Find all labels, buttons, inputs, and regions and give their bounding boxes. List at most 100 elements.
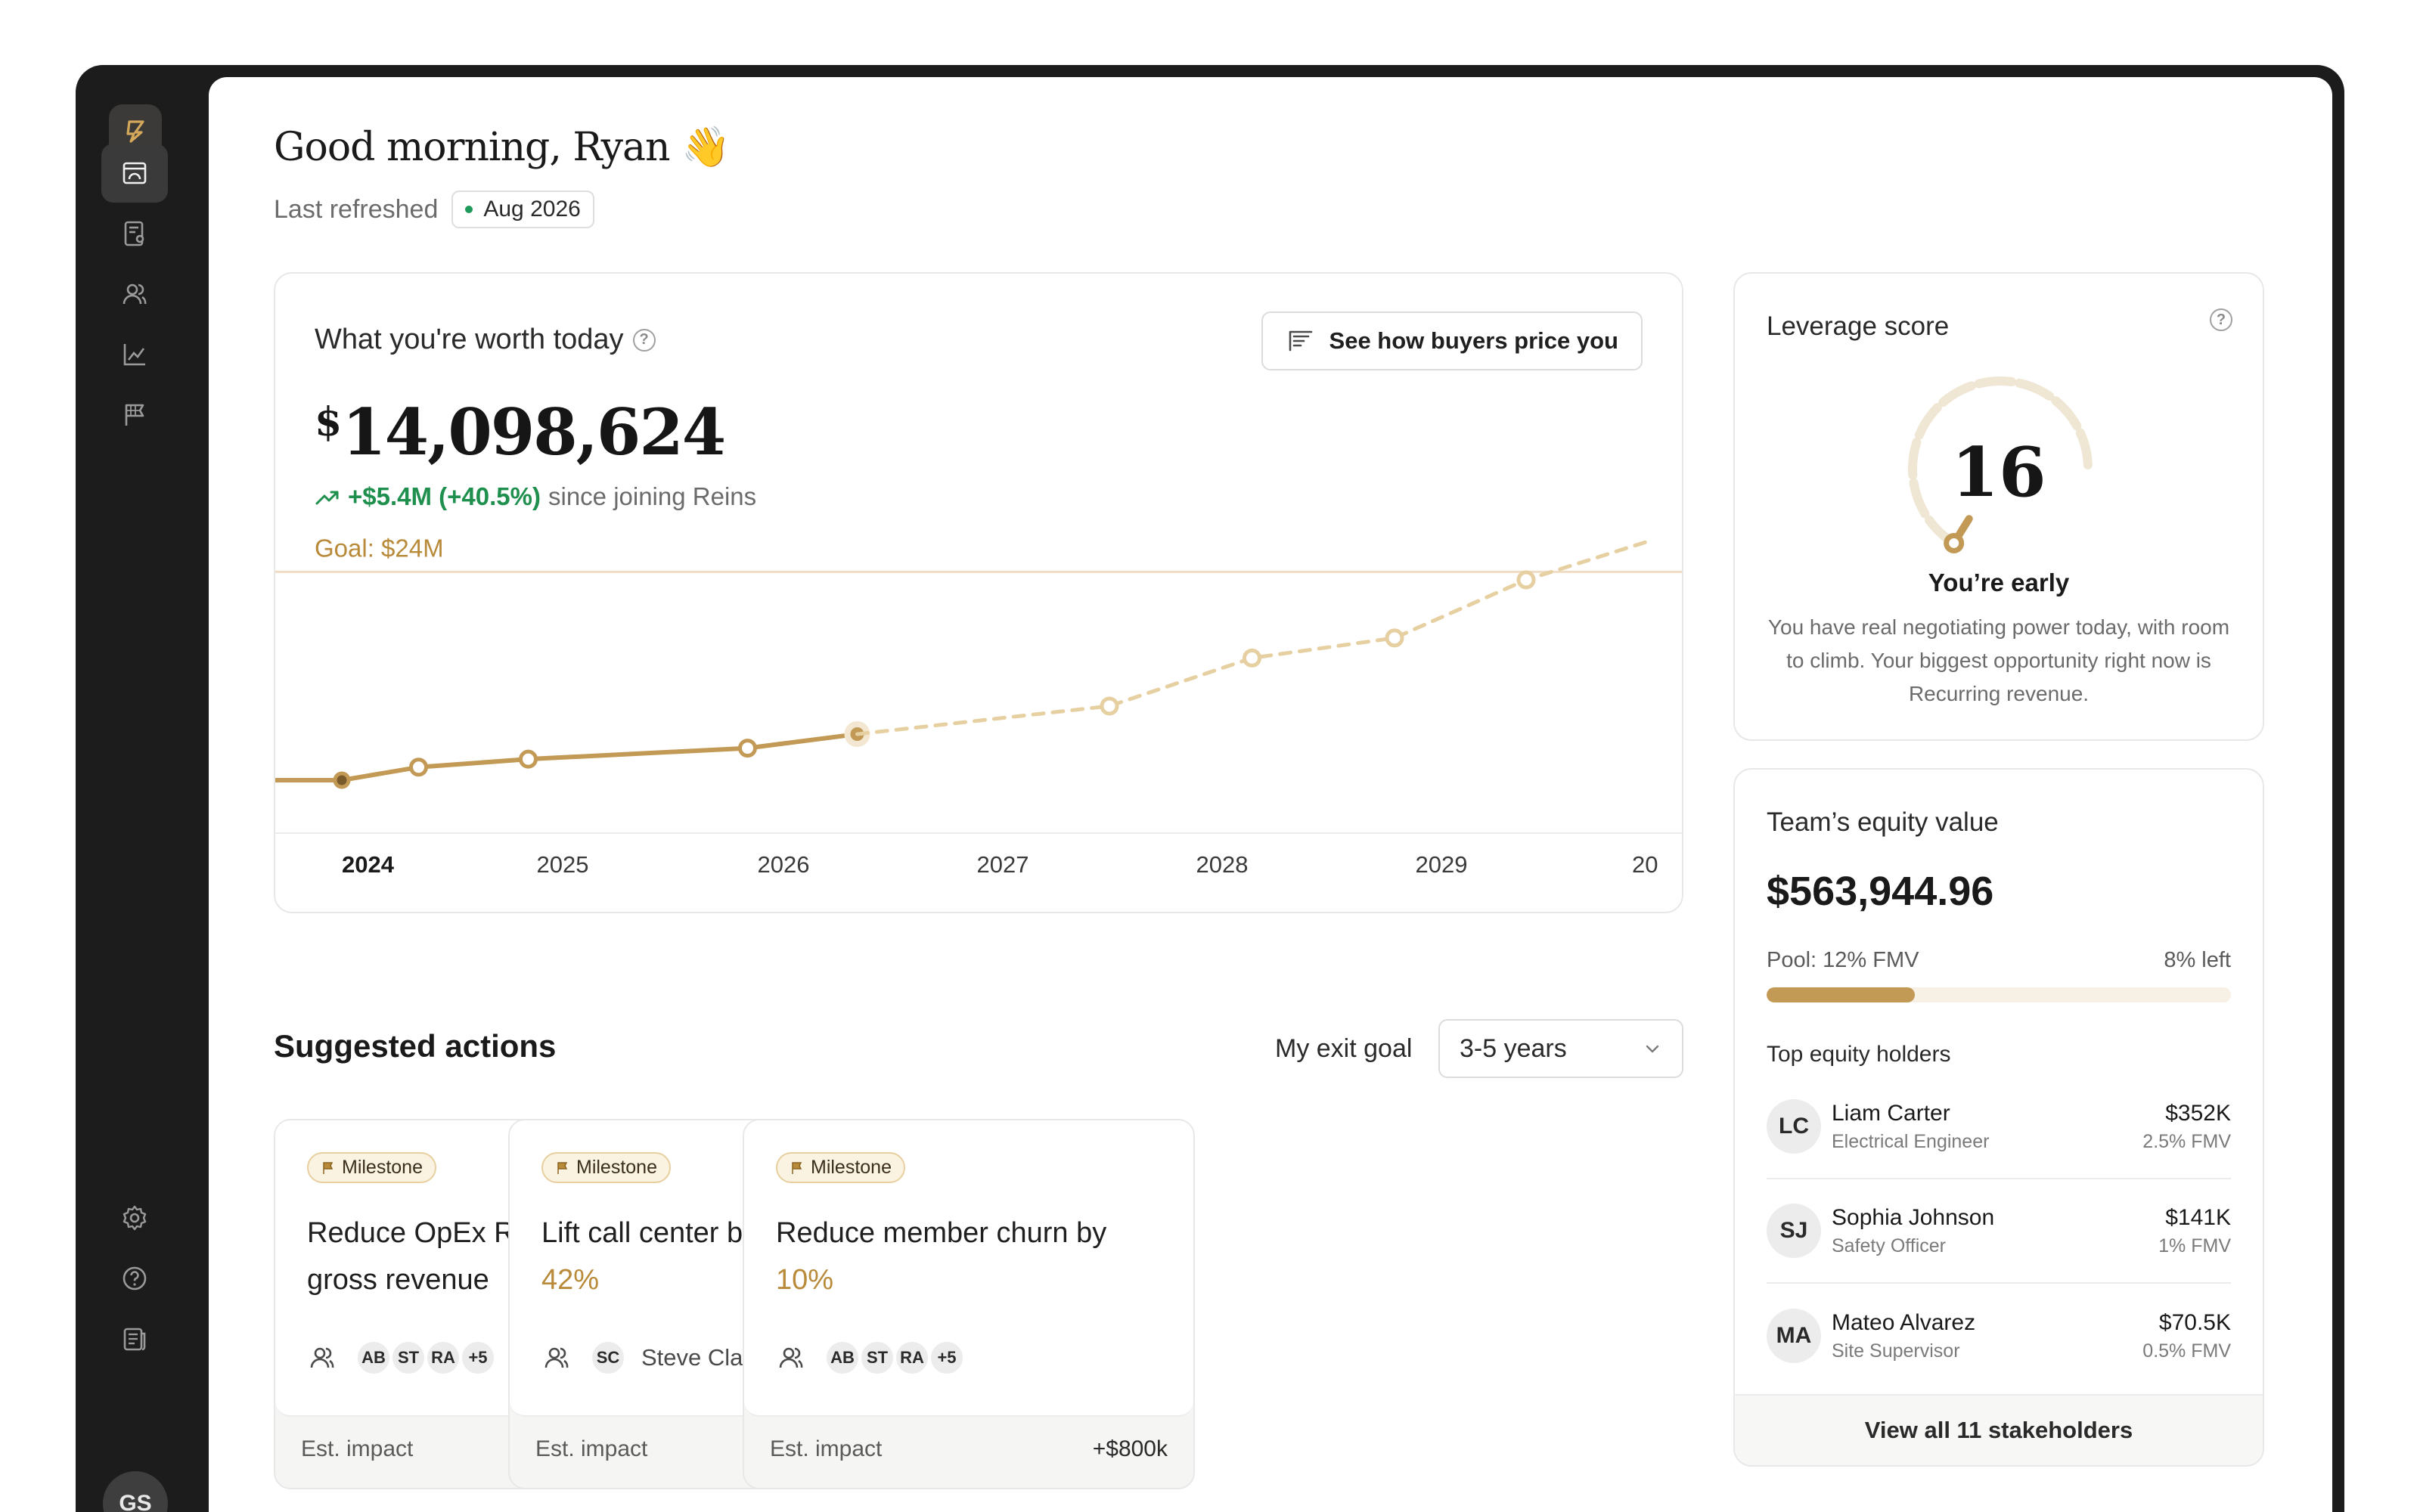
holder-info: Liam Carter Electrical Engineer: [1832, 1101, 2142, 1153]
sidebar-item-milestones[interactable]: [101, 386, 168, 445]
holder-name: Mateo Alvarez: [1832, 1309, 1976, 1335]
equity-holder-row[interactable]: SJ Sophia Johnson Safety Officer $141K 1% FM…: [1767, 1179, 2231, 1284]
holder-avatar: LC: [1767, 1099, 1821, 1154]
holder-role: Electrical Engineer: [1832, 1130, 1990, 1152]
x-tick-label: 2025: [537, 851, 589, 878]
main-content: Good morning, Ryan 👋 Last refreshed Aug …: [209, 77, 2332, 1512]
x-tick-label: 2027: [977, 851, 1029, 878]
holder-amount: $352K 2.5% FMV: [2142, 1101, 2231, 1153]
x-tick-label: 2026: [758, 851, 810, 878]
x-tick-label: 2028: [1196, 851, 1249, 878]
data-point[interactable]: [1100, 696, 1119, 716]
goal-label: Goal: $24M: [315, 534, 444, 562]
people-icon: [310, 1347, 334, 1368]
action-body: Milestone Reduce member churn by 10% AB ST R…: [744, 1120, 1193, 1417]
holders-title: Top equity holders: [1767, 1042, 1951, 1067]
history-series-line: [275, 732, 860, 782]
logo-icon: [126, 120, 144, 143]
refresh-info: Last refreshed Aug 2026: [274, 191, 594, 228]
delta-suffix: since joining Reins: [548, 482, 757, 510]
holder-amount: $70.5K 0.5% FMV: [2142, 1310, 2231, 1362]
impact-value: +$800k: [1092, 1436, 1168, 1461]
assignee-avatar[interactable]: AB: [824, 1340, 861, 1376]
equity-holder-row[interactable]: MA Mateo Alvarez Site Supervisor $70.5K 0.5%…: [1767, 1284, 2231, 1388]
x-tick-label: 20: [1632, 851, 1658, 878]
trend-up-icon: [315, 491, 339, 505]
data-point[interactable]: [738, 739, 757, 758]
x-tick-label: 2029: [1416, 851, 1468, 878]
home-icon: [123, 162, 147, 184]
data-point[interactable]: [409, 758, 428, 777]
leverage-card: Leverage score ? 16 You’re early You hav…: [1733, 272, 2264, 741]
greeting-text: Good morning, Ryan: [274, 125, 671, 170]
milestone-label: Milestone: [342, 1157, 423, 1178]
assignee-avatar[interactable]: +5: [460, 1340, 496, 1376]
flag-icon: [792, 1161, 802, 1174]
assignee-avatar[interactable]: SC: [590, 1340, 626, 1376]
help-icon: [123, 1266, 147, 1290]
impact-label: Est. impact: [770, 1436, 883, 1461]
user-avatar[interactable]: GS: [103, 1471, 168, 1512]
holder-name: Sophia Johnson: [1832, 1204, 1995, 1230]
refresh-date-badge: Aug 2026: [451, 191, 594, 228]
currency-symbol: $: [315, 399, 342, 445]
equity-title: Team’s equity value: [1767, 807, 1999, 837]
status-dot-icon: [465, 206, 473, 213]
buyers-price-button[interactable]: See how buyers price you: [1261, 311, 1643, 370]
equity-holder-row[interactable]: LC Liam Carter Electrical Engineer $352K 2.5…: [1767, 1075, 2231, 1179]
sidebar-item-help[interactable]: [101, 1249, 168, 1308]
holder-value: $352K: [2165, 1100, 2231, 1126]
milestone-label: Milestone: [811, 1157, 892, 1178]
exit-goal-value: 3-5 years: [1460, 1033, 1567, 1063]
data-point[interactable]: [1243, 648, 1261, 668]
gauge-segment: [1974, 376, 2017, 389]
suggested-actions-title: Suggested actions: [274, 1028, 557, 1064]
sidebar-item-docs[interactable]: [101, 1309, 168, 1368]
assignee-avatar[interactable]: ST: [859, 1340, 895, 1376]
action-card[interactable]: Milestone Reduce member churn by 10% AB ST R…: [743, 1119, 1195, 1489]
holder-avatar: MA: [1767, 1309, 1821, 1363]
assignee-avatar[interactable]: RA: [894, 1340, 930, 1376]
docs-icon: [123, 1328, 146, 1351]
assignee-avatar[interactable]: +5: [929, 1340, 965, 1376]
gauge-segment: [1938, 381, 1976, 407]
worth-title: What you're worth today ?: [315, 324, 656, 356]
sidebar-item-settings[interactable]: [101, 1188, 168, 1247]
sidebar-item-reports[interactable]: [101, 204, 168, 263]
worth-amount: 14,098,624: [342, 395, 726, 469]
settings-icon: [123, 1205, 147, 1231]
worth-title-text: What you're worth today: [315, 324, 624, 355]
data-point[interactable]: [333, 771, 351, 789]
action-target: 10%: [776, 1264, 834, 1296]
leverage-status: You’re early: [1928, 569, 2070, 596]
holder-avatar: SJ: [1767, 1204, 1821, 1258]
flag-icon: [323, 1161, 334, 1174]
flag-icon: [557, 1161, 568, 1174]
x-tick-label: 2024: [342, 851, 395, 878]
sidebar: GS: [76, 65, 209, 1512]
sidebar-item-home[interactable]: [101, 144, 168, 203]
data-point[interactable]: [519, 749, 538, 769]
assignee-avatar[interactable]: ST: [390, 1340, 427, 1376]
sidebar-item-analytics[interactable]: [101, 325, 168, 384]
data-point[interactable]: [1516, 570, 1536, 590]
people-icon: [544, 1347, 569, 1368]
assignee-avatar[interactable]: AB: [355, 1340, 392, 1376]
gauge-segment: [2015, 378, 2055, 401]
exit-goal-select[interactable]: 3-5 years: [1438, 1019, 1683, 1078]
delta-value: +$5.4M (+40.5%): [348, 482, 541, 510]
help-icon[interactable]: ?: [632, 328, 656, 352]
impact-row: Est. impact +$800k: [770, 1436, 1168, 1462]
view-all-stakeholders-button[interactable]: View all 11 stakeholders: [1735, 1394, 2263, 1465]
leverage-score: 16: [1951, 432, 2046, 513]
holder-fmv: 1% FMV: [2158, 1235, 2231, 1256]
assignees: AB ST RA +5: [307, 1340, 496, 1376]
data-point[interactable]: [1385, 628, 1404, 648]
action-description: Reduce member churn by 10%: [776, 1210, 1169, 1303]
price-list-icon: [1289, 330, 1312, 352]
chart-icon: [123, 344, 145, 366]
assignee-avatar[interactable]: RA: [425, 1340, 461, 1376]
assignees: SC Steve Clarke: [541, 1340, 775, 1376]
page-greeting: Good morning, Ryan 👋: [274, 124, 731, 170]
sidebar-item-team[interactable]: [101, 265, 168, 324]
